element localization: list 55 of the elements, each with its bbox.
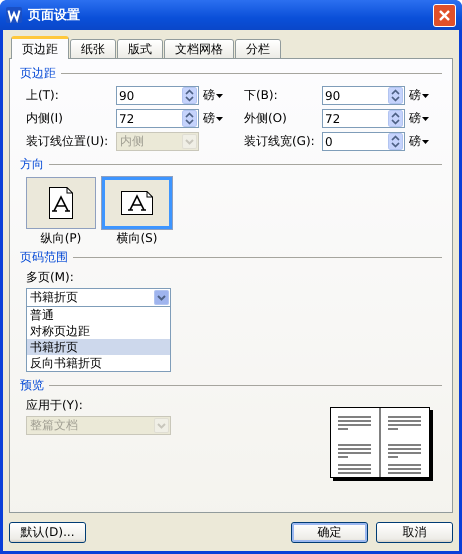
unit-dropdown[interactable]: 磅 [203, 110, 223, 127]
spinner-icon [388, 87, 403, 104]
list-item[interactable]: 书籍折页 [27, 339, 170, 355]
section-heading: 方向 [20, 156, 44, 172]
tab[interactable]: 分栏 [235, 39, 281, 58]
field-label: 装订线位置(U): [26, 133, 110, 150]
list-item[interactable]: 反向书籍折页 [27, 355, 170, 371]
app-icon [6, 7, 22, 23]
spinner-icon [388, 133, 403, 150]
spinner-icon [182, 110, 197, 127]
number-field[interactable]: 0 [322, 132, 405, 151]
unit-dropdown[interactable]: 磅 [409, 87, 429, 104]
close-icon [439, 10, 450, 20]
number-field[interactable]: 72 [322, 109, 405, 128]
orientation-button[interactable] [102, 177, 172, 229]
field-label: 装订线宽(G): [244, 133, 316, 150]
spinner-icon [182, 87, 197, 104]
caret-icon [422, 94, 429, 98]
section-heading: 预览 [20, 376, 44, 394]
field-label: 多页(M): [25, 269, 75, 286]
field-label: 内侧(I) [26, 110, 64, 127]
tab[interactable]: 版式 [117, 39, 163, 58]
number-field[interactable]: 90 [116, 86, 199, 105]
field-label: 上(T): [26, 87, 60, 104]
orientation-button[interactable] [26, 177, 96, 229]
field-label: 应用于(Y): [25, 397, 84, 414]
list-item[interactable]: 普通 [27, 307, 170, 323]
list-item[interactable]: 对称页边距 [27, 323, 170, 339]
section-heading: 页码范围 [20, 248, 68, 266]
button[interactable]: 默认(D)... [9, 522, 86, 543]
button[interactable]: 确定 [291, 522, 368, 543]
button[interactable]: 取消 [376, 522, 453, 543]
field-label: 下(B): [244, 87, 279, 104]
unit-dropdown[interactable]: 磅 [203, 87, 223, 104]
number-field[interactable]: 90 [322, 86, 405, 105]
page-icon [121, 191, 153, 215]
caret-icon [422, 140, 429, 144]
window-title: 页面设置 [28, 7, 81, 24]
tab[interactable]: 纸张 [70, 39, 116, 58]
section-heading: 页边距 [20, 64, 56, 82]
spinner-icon [388, 110, 403, 127]
unit-dropdown[interactable]: 磅 [409, 110, 429, 127]
caret-icon [216, 116, 223, 120]
unit-dropdown[interactable]: 磅 [409, 133, 429, 150]
caret-icon [422, 116, 429, 120]
close-button[interactable] [433, 4, 456, 26]
tab[interactable]: 页边距 [11, 36, 69, 59]
dropdown[interactable]: 书籍折页 [26, 288, 171, 307]
number-field[interactable]: 72 [116, 109, 199, 128]
tab[interactable]: 文档网格 [164, 39, 234, 58]
field-label: 外侧(O) [244, 110, 288, 127]
caret-icon [216, 94, 223, 98]
page-icon [49, 187, 73, 219]
option-label: 纵向(P) [40, 230, 82, 247]
option-label: 横向(S) [116, 230, 158, 247]
